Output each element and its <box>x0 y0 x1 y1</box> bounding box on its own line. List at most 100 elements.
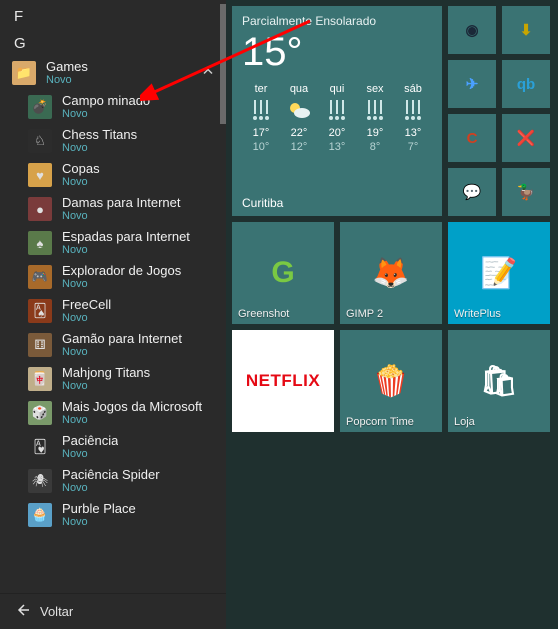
app-label: FreeCell <box>62 297 111 313</box>
app-item[interactable]: 🂱 Paciência Novo <box>0 430 226 464</box>
writeplus-icon: 📝 <box>480 256 517 291</box>
app-sub: Novo <box>62 176 100 189</box>
app-item[interactable]: 🎮 Explorador de Jogos Novo <box>0 260 226 294</box>
app-sub: Novo <box>62 380 150 393</box>
app-item[interactable]: 🕷 Paciência Spider Novo <box>0 464 226 498</box>
popcorn-time-icon: 🍿 <box>372 364 409 399</box>
forecast-low: 10° <box>253 141 270 153</box>
app-label: Mahjong Titans <box>62 365 150 381</box>
forecast-low: 7° <box>408 141 419 153</box>
tile-label: Greenshot <box>238 308 289 320</box>
forecast-day: qui 20° 13° <box>318 83 356 153</box>
app-item[interactable]: 🀄 Mahjong Titans Novo <box>0 362 226 396</box>
ccleaner-icon: C <box>458 124 486 152</box>
app-icon: ● <box>28 197 52 221</box>
app-item[interactable]: ♥ Copas Novo <box>0 158 226 192</box>
app-sub: Novo <box>62 516 136 529</box>
weather-tile[interactable]: Parcialmente Ensolarado 15° ter 17° 10°q… <box>232 6 442 216</box>
forecast-day-name: sáb <box>404 83 422 95</box>
steam-icon: ◉ <box>458 16 486 44</box>
app-icon: 🂡 <box>28 299 52 323</box>
greenshot-icon: G <box>271 256 294 290</box>
back-arrow-icon <box>14 602 30 621</box>
app-label: Paciência <box>62 433 118 449</box>
app-icon: 🎲 <box>28 401 52 425</box>
app-item[interactable]: ♘ Chess Titans Novo <box>0 124 226 158</box>
app-item[interactable]: ♠ Espadas para Internet Novo <box>0 226 226 260</box>
tile-netflix[interactable]: NETFLIX <box>232 330 334 432</box>
forecast-day: ter 17° 10° <box>242 83 280 153</box>
forecast-day: sex 19° 8° <box>356 83 394 153</box>
app-item[interactable]: 💣 Campo minado Novo <box>0 90 226 124</box>
tile-ccleaner[interactable]: C <box>448 114 496 162</box>
tile-chat[interactable]: 💬 <box>448 168 496 216</box>
forecast-low: 12° <box>291 141 308 153</box>
app-label: Campo minado <box>62 93 150 109</box>
netflix-icon: NETFLIX <box>246 371 320 391</box>
tile-label: WritePlus <box>454 308 501 320</box>
tile-pane: Parcialmente Ensolarado 15° ter 17° 10°q… <box>226 0 558 629</box>
app-sub: Novo <box>62 312 111 325</box>
tile-popcorn-time[interactable]: 🍿 Popcorn Time <box>340 330 442 432</box>
app-label: Mais Jogos da Microsoft <box>62 399 202 415</box>
tile-label: Loja <box>454 416 475 428</box>
duck-icon: 🦆 <box>512 178 540 206</box>
small-tile-grid: ◉ ⬇ ✈qb C ❌ 💬 🦆 <box>448 6 550 216</box>
forecast-high: 17° <box>253 127 270 139</box>
app-item[interactable]: 🎲 Mais Jogos da Microsoft Novo <box>0 396 226 430</box>
app-label: Gamão para Internet <box>62 331 182 347</box>
app-icon: 🎮 <box>28 265 52 289</box>
app-item[interactable]: ⚅ Gamão para Internet Novo <box>0 328 226 362</box>
app-list[interactable]: F G 📁 Games Novo 💣 Campo minado Novo ♘ C… <box>0 0 226 593</box>
app-sub: Novo <box>62 448 118 461</box>
app-label: Purble Place <box>62 501 136 517</box>
forecast-icon <box>251 97 271 125</box>
chat-icon: 💬 <box>458 178 486 206</box>
tile-gimp[interactable]: 🦊 GIMP 2 <box>340 222 442 324</box>
letter-header-f[interactable]: F <box>0 2 226 29</box>
app-item[interactable]: ● Damas para Internet Novo <box>0 192 226 226</box>
app-item[interactable]: 🂡 FreeCell Novo <box>0 294 226 328</box>
tile-writeplus[interactable]: 📝 WritePlus <box>448 222 550 324</box>
store-icon: 🛍 <box>480 364 518 399</box>
tile-plane[interactable]: ✈ <box>448 60 496 108</box>
tool-icon: ❌ <box>512 124 540 152</box>
weather-condition: Parcialmente Ensolarado <box>242 14 432 28</box>
games-folder-label: Games <box>46 59 88 75</box>
jdownloader-icon: ⬇ <box>512 16 540 44</box>
letter-header-g[interactable]: G <box>0 29 226 56</box>
forecast-day-name: sex <box>366 83 383 95</box>
games-folder[interactable]: 📁 Games Novo <box>0 56 226 90</box>
app-icon: 🕷 <box>28 469 52 493</box>
forecast-high: 13° <box>405 127 422 139</box>
app-icon: 🂱 <box>28 435 52 459</box>
forecast-icon <box>365 97 385 125</box>
app-sub: Novo <box>62 108 150 121</box>
app-sub: Novo <box>62 278 181 291</box>
app-sub: Novo <box>62 346 182 359</box>
tile-greenshot[interactable]: G Greenshot <box>232 222 334 324</box>
tile-jdownloader[interactable]: ⬇ <box>502 6 550 54</box>
tile-label: GIMP 2 <box>346 308 383 320</box>
app-sub: Novo <box>62 482 160 495</box>
app-label: Copas <box>62 161 100 177</box>
app-item[interactable]: 🧁 Purble Place Novo <box>0 498 226 532</box>
app-label: Chess Titans <box>62 127 137 143</box>
forecast-day-name: qua <box>290 83 308 95</box>
forecast-low: 13° <box>329 141 346 153</box>
forecast-icon <box>327 97 347 125</box>
tile-qbittorrent[interactable]: qb <box>502 60 550 108</box>
tile-store[interactable]: 🛍 Loja <box>448 330 550 432</box>
app-label: Explorador de Jogos <box>62 263 181 279</box>
forecast-day: sáb 13° 7° <box>394 83 432 153</box>
app-label: Damas para Internet <box>62 195 181 211</box>
app-icon: ♠ <box>28 231 52 255</box>
forecast-day: qua 22° 12° <box>280 83 318 153</box>
tile-tool[interactable]: ❌ <box>502 114 550 162</box>
back-button[interactable]: Voltar <box>0 593 226 629</box>
forecast-icon <box>403 97 423 125</box>
app-icon: 🀄 <box>28 367 52 391</box>
tile-steam[interactable]: ◉ <box>448 6 496 54</box>
back-label: Voltar <box>40 604 73 619</box>
tile-duck[interactable]: 🦆 <box>502 168 550 216</box>
